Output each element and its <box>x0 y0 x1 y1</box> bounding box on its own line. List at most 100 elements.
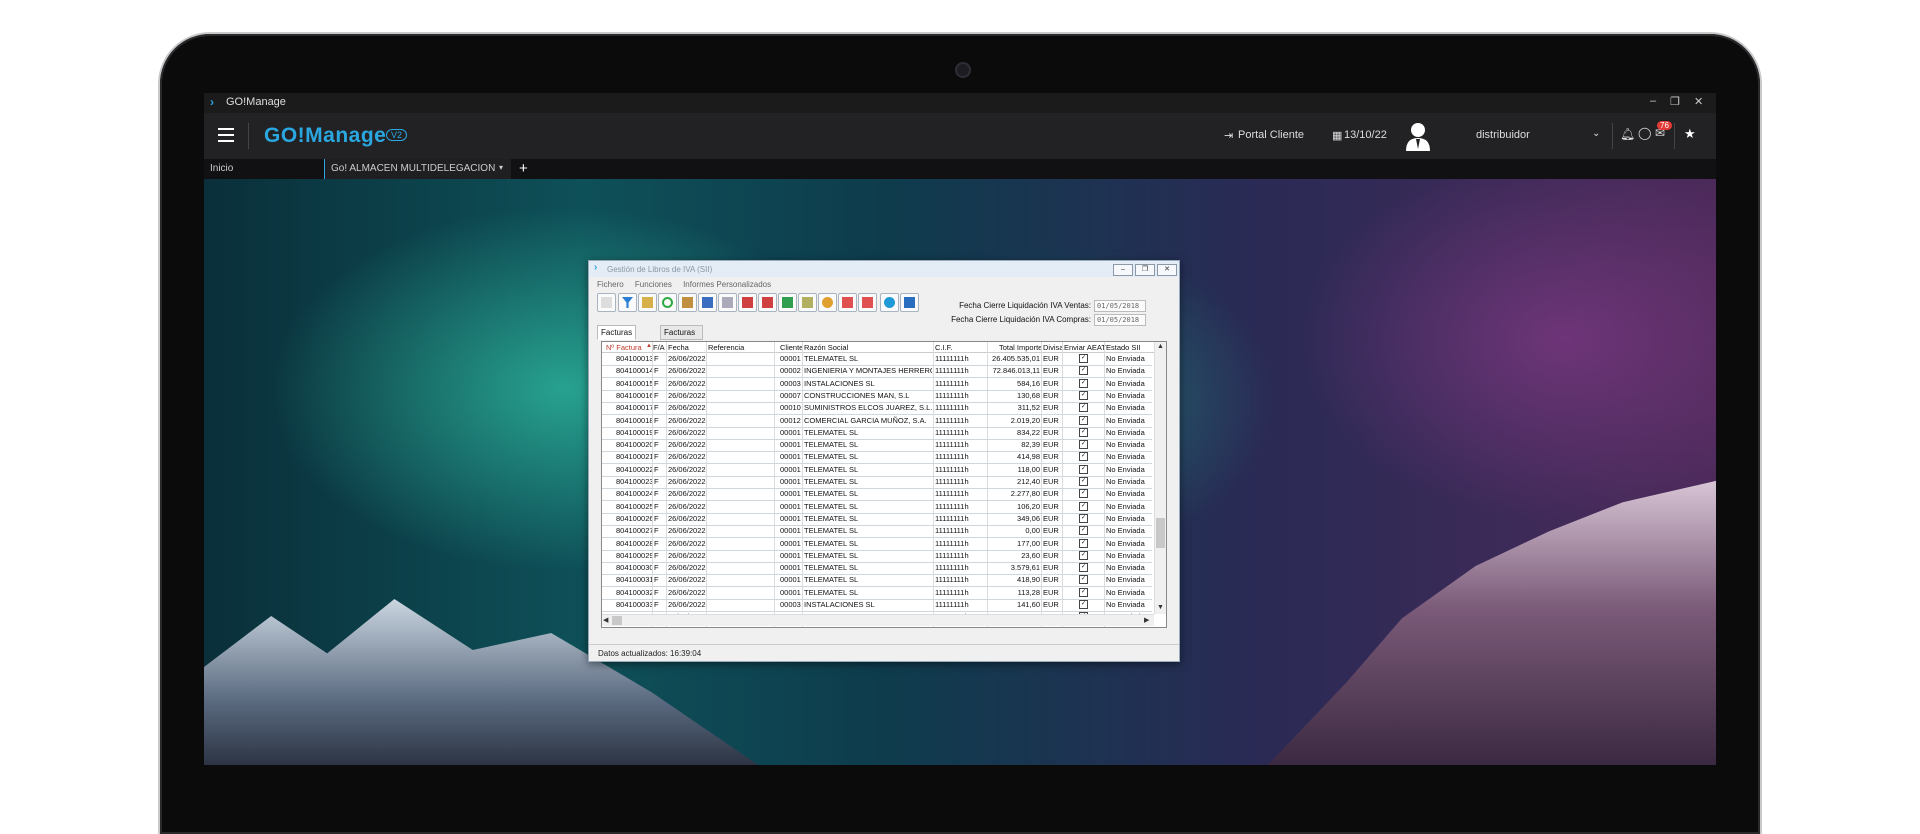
chat-icon[interactable]: ◯ <box>1638 126 1651 140</box>
col-enviar-aeat[interactable]: Enviar AEAT <box>1064 343 1106 352</box>
add-tab-icon[interactable]: + <box>519 160 528 177</box>
user-avatar-icon[interactable] <box>1404 121 1432 151</box>
check-icon[interactable]: ✓ <box>1079 477 1088 486</box>
check-icon[interactable]: ✓ <box>1079 587 1088 597</box>
hamburger-icon[interactable] <box>218 128 234 142</box>
vertical-scrollbar[interactable]: ▲ ▼ <box>1154 342 1166 614</box>
scroll-thumb[interactable] <box>1156 518 1165 548</box>
user-name[interactable]: distribuidor <box>1476 129 1530 141</box>
close-icon[interactable]: ✕ <box>1157 264 1177 276</box>
table-row[interactable]: 804100030 F 26/06/2022 00001 TELEMATEL S… <box>602 562 1152 576</box>
minimize-icon[interactable]: – <box>1113 264 1133 276</box>
table-row[interactable]: 804100022 F 26/06/2022 00001 TELEMATEL S… <box>602 464 1152 477</box>
table-row[interactable]: 804100024 F 26/06/2022 00001 TELEMATEL S… <box>602 488 1152 502</box>
col-fa[interactable]: F/A <box>653 343 665 352</box>
col-total-importe[interactable]: Total Importe <box>999 343 1042 352</box>
fecha-ventas-field[interactable]: 01/05/2018 <box>1094 300 1146 312</box>
sii-iva-icon[interactable] <box>778 293 797 312</box>
table-row[interactable]: 804100029 F 26/06/2022 00001 TELEMATEL S… <box>602 550 1152 563</box>
check-icon[interactable]: ✓ <box>1079 501 1088 511</box>
table-row[interactable]: 804100031 F 26/06/2022 00001 TELEMATEL S… <box>602 574 1152 588</box>
restore-icon[interactable]: ❐ <box>1135 264 1155 276</box>
table-row[interactable]: 804100028 F 26/06/2022 00001 TELEMATEL S… <box>602 538 1152 551</box>
table-row[interactable]: 804100026 F 26/06/2022 00001 TELEMATEL S… <box>602 513 1152 526</box>
sii-send-icon[interactable] <box>738 293 757 312</box>
table-row[interactable]: 804100019 F 26/06/2022 00001 TELEMATEL S… <box>602 427 1152 440</box>
menu-funciones[interactable]: Funciones <box>635 280 672 289</box>
check-icon[interactable]: ✓ <box>1079 427 1088 437</box>
check-icon[interactable]: ✓ <box>1079 526 1088 536</box>
pencil-icon[interactable] <box>798 293 817 312</box>
check-icon[interactable]: ✓ <box>1079 354 1088 363</box>
col-cif[interactable]: C.I.F. <box>935 343 953 352</box>
filter-icon[interactable] <box>618 293 637 312</box>
horizontal-scrollbar[interactable]: ◀ ▶ <box>602 614 1154 626</box>
table-row[interactable]: 804100013 F 26/06/2022 00001 TELEMATEL S… <box>602 353 1152 366</box>
check-icon[interactable]: ✓ <box>1079 440 1088 450</box>
table-row[interactable]: 804100017 F 26/06/2022 00010 SUMINISTROS… <box>602 402 1152 416</box>
refresh-icon[interactable] <box>658 293 677 312</box>
check-icon[interactable]: ✓ <box>1079 513 1088 523</box>
sort-icon[interactable] <box>698 293 717 312</box>
table-row[interactable]: 804100014 F 26/06/2022 00002 INGENIERIA … <box>602 365 1152 379</box>
bell-icon[interactable]: 🔔︎ <box>1620 127 1635 141</box>
star-icon[interactable]: ★ <box>1684 126 1696 142</box>
check-icon[interactable]: ✓ <box>1079 390 1088 400</box>
table-row[interactable]: 804100027 F 26/06/2022 00001 TELEMATEL S… <box>602 525 1152 539</box>
table-row[interactable]: 804100021 F 26/06/2022 00001 TELEMATEL S… <box>602 451 1152 465</box>
calendar-red-icon[interactable] <box>838 293 857 312</box>
scroll-left-icon[interactable]: ◀ <box>603 616 608 624</box>
col-cliente[interactable]: Cliente <box>780 343 803 352</box>
scroll-right-icon[interactable]: ▶ <box>1144 616 1149 624</box>
scroll-thumb[interactable] <box>612 616 622 625</box>
close-icon[interactable]: ✕ <box>1694 95 1703 108</box>
table-row[interactable]: 804100032 F 26/06/2022 00001 TELEMATEL S… <box>602 587 1152 600</box>
table-row[interactable]: 804100033 F 26/06/2022 00003 INSTALACION… <box>602 599 1152 612</box>
sii-receive-icon[interactable] <box>758 293 777 312</box>
check-icon[interactable]: ✓ <box>1079 366 1088 376</box>
chevron-down-icon[interactable]: ▾ <box>499 163 503 172</box>
tab-inicio[interactable]: Inicio <box>210 163 233 174</box>
portal-cliente-link[interactable]: Portal Cliente <box>1238 129 1304 141</box>
coins-icon[interactable] <box>818 293 837 312</box>
check-icon[interactable]: ✓ <box>1079 600 1088 609</box>
check-icon[interactable]: ✓ <box>1079 538 1088 548</box>
check-icon[interactable]: ✓ <box>1079 403 1088 413</box>
table-row[interactable]: 804100020 F 26/06/2022 00001 TELEMATEL S… <box>602 439 1152 453</box>
tab-almacen[interactable]: Go! ALMACEN MULTIDELEGACION ▾ <box>324 159 511 179</box>
col-divisa[interactable]: Divisa <box>1043 343 1063 352</box>
check-icon[interactable]: ✓ <box>1079 550 1088 560</box>
col-estado-sii[interactable]: Estado SII <box>1106 343 1141 352</box>
check-icon[interactable]: ✓ <box>1079 452 1088 462</box>
check-icon[interactable]: ✓ <box>1079 415 1088 425</box>
check-icon[interactable]: ✓ <box>1079 378 1088 388</box>
table-row[interactable]: 804100016 F 26/06/2022 00007 CONSTRUCCIO… <box>602 390 1152 403</box>
check-icon[interactable]: ✓ <box>1079 489 1088 499</box>
col-fecha[interactable]: Fecha <box>668 343 689 352</box>
col-num-factura[interactable]: Nº Factura <box>606 343 642 352</box>
menu-fichero[interactable]: Fichero <box>597 280 624 289</box>
scroll-up-icon[interactable]: ▲ <box>1157 343 1164 350</box>
minimize-icon[interactable]: – <box>1650 95 1656 107</box>
edit-list-icon[interactable] <box>638 293 657 312</box>
menu-informes[interactable]: Informes Personalizados <box>683 280 771 289</box>
col-referencia[interactable]: Referencia <box>708 343 744 352</box>
export-icon[interactable] <box>678 293 697 312</box>
check-icon[interactable]: ✓ <box>1079 575 1088 585</box>
check-icon[interactable]: ✓ <box>1079 563 1088 573</box>
table-row[interactable]: 804100015 F 26/06/2022 00003 INSTALACION… <box>602 378 1152 391</box>
chevron-down-icon[interactable]: ⌄ <box>1592 128 1600 139</box>
delete-icon[interactable] <box>597 293 616 312</box>
table-row[interactable]: 804100018 F 26/06/2022 00012 COMERCIAL G… <box>602 415 1152 428</box>
portal-icon[interactable]: ⇥ <box>1224 129 1233 142</box>
tab-facturas-recibidas[interactable]: Facturas Recibidas <box>660 325 704 350</box>
col-razon-social[interactable]: Razón Social <box>804 343 848 352</box>
check-icon[interactable]: ✓ <box>1079 464 1088 474</box>
restore-icon[interactable]: ❐ <box>1670 95 1680 108</box>
fecha-compras-field[interactable]: 01/05/2018 <box>1094 314 1146 326</box>
grid-icon[interactable] <box>718 293 737 312</box>
table-row[interactable]: 804100025 F 26/06/2022 00001 TELEMATEL S… <box>602 501 1152 514</box>
table-row[interactable]: 804100023 F 26/06/2022 00001 TELEMATEL S… <box>602 476 1152 489</box>
scroll-down-icon[interactable]: ▼ <box>1157 604 1164 611</box>
tab-facturas-emitidas[interactable]: Facturas Emitidas <box>597 325 637 350</box>
